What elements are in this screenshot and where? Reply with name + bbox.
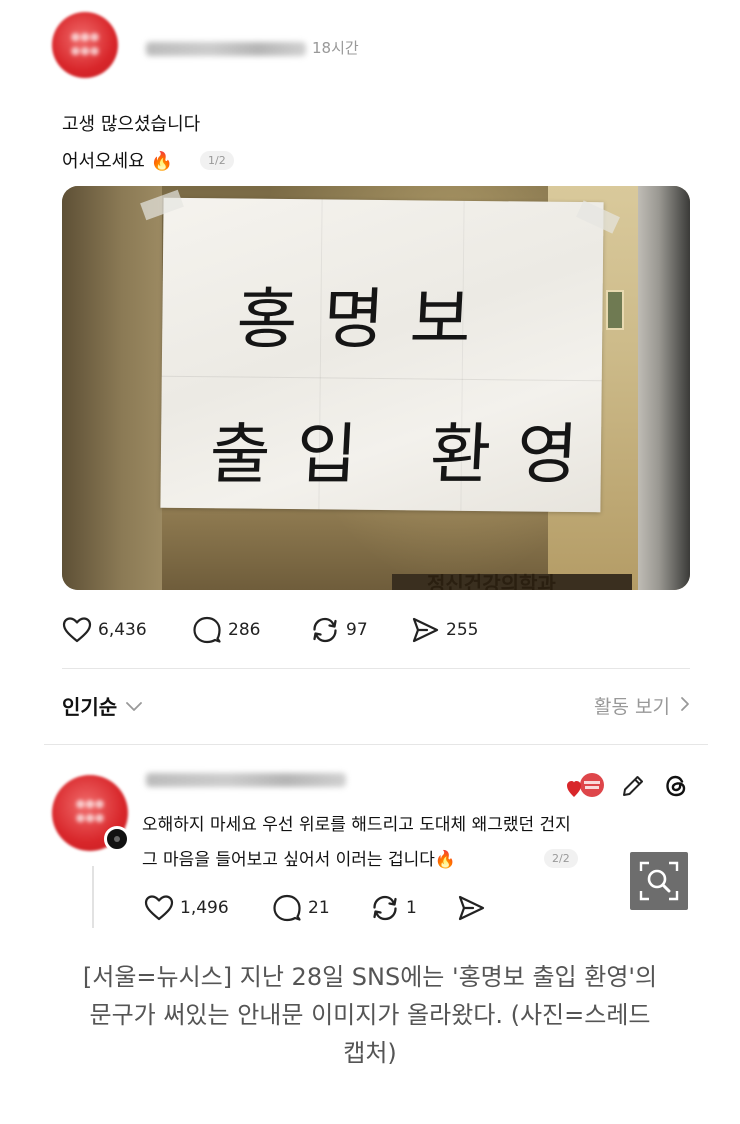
avatar-logo-text: ●●● ●●● xyxy=(75,797,105,824)
reply-author-name-blurred[interactable] xyxy=(146,773,346,787)
post-text-line2: 어서오세요 🔥 xyxy=(62,151,173,172)
like-button[interactable]: 6,436 xyxy=(62,614,147,646)
reply-action-bar: 1,496 21 1 xyxy=(144,892,504,924)
share-button[interactable]: 255 xyxy=(410,614,478,646)
comment-button[interactable]: 286 xyxy=(192,614,260,646)
reply-like-count: 1,496 xyxy=(180,898,229,918)
reply-page-indicator: 2/2 xyxy=(544,849,578,868)
comment-icon xyxy=(272,893,302,923)
thread-line xyxy=(92,866,94,928)
door-frame-right xyxy=(638,186,690,590)
reply-repost-count: 1 xyxy=(406,898,417,918)
share-count: 255 xyxy=(446,620,479,640)
reply-comment-button[interactable]: 21 xyxy=(272,892,330,924)
door-frame-left xyxy=(62,186,162,590)
divider xyxy=(44,744,708,745)
wall-picture xyxy=(606,290,624,330)
reply-header-icons xyxy=(566,772,696,800)
like-count: 6,436 xyxy=(98,620,147,640)
post-time: 18시간 xyxy=(312,39,359,57)
photo-caption: [서울=뉴시스] 지난 28일 SNS에는 '홍명보 출입 환영'의 문구가 써… xyxy=(36,958,704,1072)
divider xyxy=(62,668,690,669)
zoom-button[interactable] xyxy=(630,852,688,910)
reply-like-button[interactable]: 1,496 xyxy=(144,892,229,924)
caption-line2: 문구가 써있는 안내문 이미지가 올라왔다. (사진=스레드 xyxy=(89,1001,651,1029)
avatar-logo-text: ●●● ●●● xyxy=(70,30,100,57)
comment-icon xyxy=(192,615,222,645)
repost-count: 97 xyxy=(346,620,368,640)
author-name-blurred[interactable] xyxy=(146,42,306,56)
zoom-icon xyxy=(638,860,680,906)
sort-label: 인기순 xyxy=(62,695,118,719)
follow-badge-icon[interactable] xyxy=(104,826,130,852)
pencil-icon[interactable] xyxy=(620,773,646,803)
caption-line3: 캡처) xyxy=(343,1039,397,1067)
author-avatar[interactable]: ●●● ●●● xyxy=(52,12,118,78)
post-action-bar: 6,436 286 97 255 xyxy=(62,614,522,646)
sort-toggle[interactable]: 인기순 xyxy=(62,691,143,720)
chevron-right-icon xyxy=(680,695,690,717)
view-activity-link[interactable]: 활동 보기 xyxy=(594,692,690,719)
badge-logo-icon xyxy=(566,772,608,804)
post-text-line1: 고생 많으셨습니다 xyxy=(62,114,201,135)
heart-icon xyxy=(144,894,174,922)
post-photo[interactable]: 정신건강의학과 홍명보 출입 환영 xyxy=(62,186,690,590)
notice-line1: 홍명보 xyxy=(234,281,499,358)
paper-fold xyxy=(161,375,602,382)
reply-share-button[interactable] xyxy=(456,892,486,924)
comment-count: 286 xyxy=(228,620,261,640)
page-indicator: 1/2 xyxy=(200,151,234,170)
repost-icon xyxy=(310,615,340,645)
send-icon xyxy=(456,893,486,923)
reply-repost-button[interactable]: 1 xyxy=(370,892,417,924)
threads-logo-icon[interactable] xyxy=(662,772,690,804)
department-sign: 정신건강의학과 xyxy=(427,572,556,590)
reply-text-line1: 오해하지 마세요 우선 위로를 해드리고 도대체 왜그랬던 건지 xyxy=(142,815,571,835)
reply-text-line2: 그 마음을 들어보고 싶어서 이러는 겁니다🔥 xyxy=(142,850,457,870)
chevron-down-icon xyxy=(125,694,143,718)
reply-comment-count: 21 xyxy=(308,898,330,918)
repost-button[interactable]: 97 xyxy=(310,614,368,646)
repost-icon xyxy=(370,893,400,923)
caption-line1: [서울=뉴시스] 지난 28일 SNS에는 '홍명보 출입 환영'의 xyxy=(82,963,658,991)
activity-label: 활동 보기 xyxy=(594,696,670,718)
heart-icon xyxy=(62,616,92,644)
notice-line2: 출입 환영 xyxy=(207,416,606,493)
send-icon xyxy=(410,615,440,645)
